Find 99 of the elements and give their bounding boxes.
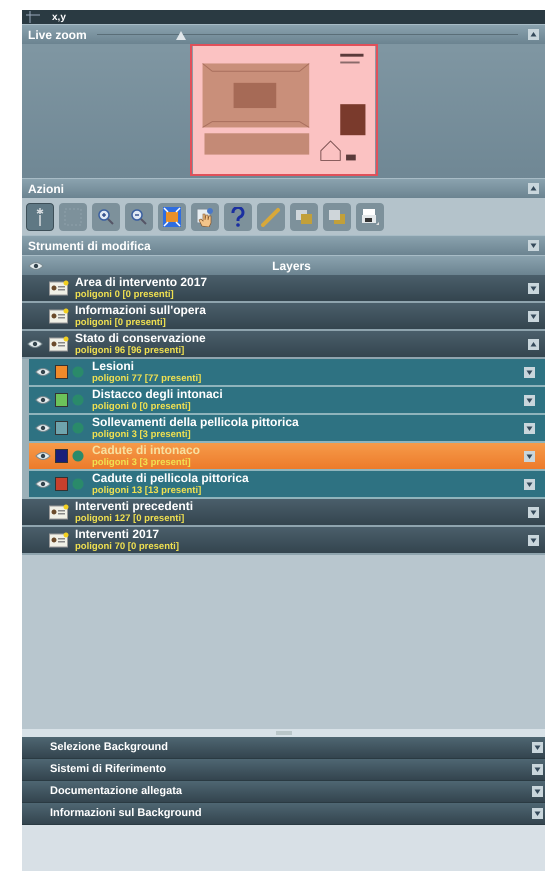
expand-toggle-icon[interactable]	[528, 282, 539, 294]
toolbar-button[interactable]	[92, 202, 120, 230]
eye-icon[interactable]	[35, 367, 51, 377]
toolbar-button[interactable]	[356, 202, 384, 230]
expand-toggle-icon[interactable]	[528, 240, 539, 251]
layer-row[interactable]: Area di intervento 2017 poligoni 0 [0 presenti]	[22, 275, 545, 303]
section-header[interactable]: Selezione Background	[22, 737, 545, 759]
expand-toggle-icon[interactable]	[528, 310, 539, 322]
expand-toggle-icon[interactable]	[528, 534, 539, 546]
expand-toggle-icon[interactable]	[524, 478, 535, 490]
status-dot-icon	[72, 478, 84, 490]
expand-toggle-icon[interactable]	[532, 786, 543, 797]
status-dot-icon	[72, 394, 84, 406]
section-title: Strumenti di modifica	[28, 238, 151, 254]
expand-toggle-icon[interactable]	[524, 394, 535, 406]
sublayer-row[interactable]: Distacco degli intonaci poligoni 0 [0 presenti]	[29, 387, 545, 415]
layer-name: Cadute di intonaco	[92, 444, 201, 456]
zoom-slider[interactable]	[96, 30, 518, 40]
collapse-toggle-icon[interactable]	[528, 338, 539, 350]
polygon-count: poligoni 96 [96 presenti]	[75, 346, 186, 356]
section-title: Live zoom	[28, 26, 87, 44]
layers-icon	[294, 208, 314, 226]
layers-icon	[327, 208, 347, 226]
section-title: Azioni	[28, 180, 64, 198]
toolbar-button[interactable]	[125, 202, 153, 230]
layer-name: Sollevamenti della pellicola pittorica	[92, 416, 300, 428]
polygon-count: poligoni 0 [0 presenti]	[92, 402, 192, 412]
layer-name: Area di intervento 2017	[75, 276, 208, 288]
sublayer-row[interactable]: Cadute di pellicola pittorica poligoni 13 [13 presenti]	[29, 471, 545, 499]
layer-name: Cadute di pellicola pittorica	[92, 472, 250, 484]
full-extent-icon	[162, 206, 182, 228]
section-title: Selezione Background	[50, 740, 169, 756]
layer-card-icon	[49, 336, 69, 352]
expand-toggle-icon[interactable]	[524, 366, 535, 378]
polygon-count: poligoni 3 [3 presenti]	[92, 430, 192, 440]
layer-row[interactable]: Stato di conservazione poligoni 96 [96 presenti]	[22, 331, 545, 359]
layer-name: Lesioni	[92, 360, 136, 372]
slider-thumb[interactable]	[176, 30, 186, 40]
layer-name: Distacco degli intonaci	[92, 388, 224, 400]
polygon-count: poligoni 127 [0 presenti]	[75, 514, 186, 524]
status-dot-icon	[72, 422, 84, 434]
polygon-count: poligoni 13 [13 presenti]	[92, 486, 202, 496]
sublayer-row[interactable]: Lesioni poligoni 77 [77 presenti]	[29, 359, 545, 387]
section-title: Informazioni sul Background	[50, 806, 203, 822]
help-icon	[231, 206, 245, 226]
layer-row[interactable]: Informazioni sull'opera poligoni [0 presenti]	[22, 303, 545, 331]
section-header[interactable]: Sistemi di Riferimento	[22, 759, 545, 781]
color-swatch[interactable]	[55, 449, 68, 463]
section-title: Sistemi di Riferimento	[50, 762, 168, 778]
expand-toggle-icon[interactable]	[524, 422, 535, 434]
printer-icon	[360, 206, 380, 226]
eye-icon[interactable]	[35, 451, 51, 461]
ruler-icon	[261, 206, 281, 226]
polygon-count: poligoni 3 [3 presenti]	[92, 458, 192, 468]
polygon-count: poligoni 70 [0 presenti]	[75, 542, 180, 552]
layer-name: Interventi 2017	[75, 528, 160, 540]
color-swatch[interactable]	[55, 365, 68, 379]
hand-icon	[195, 206, 215, 226]
layer-name: Interventi precedenti	[75, 500, 194, 512]
layer-card-icon	[49, 532, 69, 548]
color-swatch[interactable]	[55, 421, 68, 435]
toolbar-button[interactable]	[26, 202, 54, 230]
collapse-toggle-icon[interactable]	[528, 29, 539, 40]
layer-name: Stato di conservazione	[75, 332, 207, 344]
polygon-count: poligoni 0 [0 presenti]	[75, 290, 175, 300]
layer-name: Informazioni sull'opera	[75, 304, 207, 316]
eye-icon[interactable]	[35, 423, 51, 433]
splitter-handle-icon[interactable]	[276, 731, 292, 735]
section-title: Documentazione allegata	[50, 784, 184, 800]
zoom-out-icon	[130, 208, 148, 226]
crosshair-icon	[26, 11, 40, 23]
section-header[interactable]: Informazioni sul Background	[22, 803, 545, 825]
collapse-toggle-icon[interactable]	[528, 183, 539, 194]
expand-toggle-icon[interactable]	[528, 506, 539, 518]
expand-toggle-icon[interactable]	[532, 808, 543, 819]
layer-card-icon	[49, 504, 69, 520]
status-dot-icon	[72, 366, 84, 378]
eye-icon[interactable]	[35, 395, 51, 405]
section-header[interactable]: Documentazione allegata	[22, 781, 545, 803]
zoom-in-icon	[97, 208, 115, 226]
polygon-count: poligoni 77 [77 presenti]	[92, 374, 202, 384]
expand-toggle-icon[interactable]	[532, 764, 543, 775]
color-swatch[interactable]	[55, 477, 68, 491]
toolbar-button[interactable]	[224, 202, 252, 230]
coordinate-label: x,y	[52, 10, 66, 24]
status-dot-icon	[72, 450, 84, 462]
eye-icon[interactable]	[28, 260, 44, 270]
color-swatch[interactable]	[55, 393, 68, 407]
layer-card-icon	[49, 280, 69, 296]
layer-row[interactable]: Interventi precedenti poligoni 127 [0 presenti]	[22, 499, 545, 527]
eye-icon[interactable]	[27, 339, 43, 349]
layer-row[interactable]: Interventi 2017 poligoni 70 [0 presenti]	[22, 527, 545, 555]
layer-card-icon	[49, 308, 69, 324]
sublayer-row[interactable]: Sollevamenti della pellicola pittorica poligoni 3 [3 presenti]	[29, 415, 545, 443]
expand-toggle-icon[interactable]	[532, 742, 543, 753]
eye-icon[interactable]	[35, 479, 51, 489]
layers-title: Layers	[271, 258, 312, 274]
expand-toggle-icon[interactable]	[524, 450, 535, 462]
polygon-count: poligoni [0 presenti]	[75, 318, 167, 328]
